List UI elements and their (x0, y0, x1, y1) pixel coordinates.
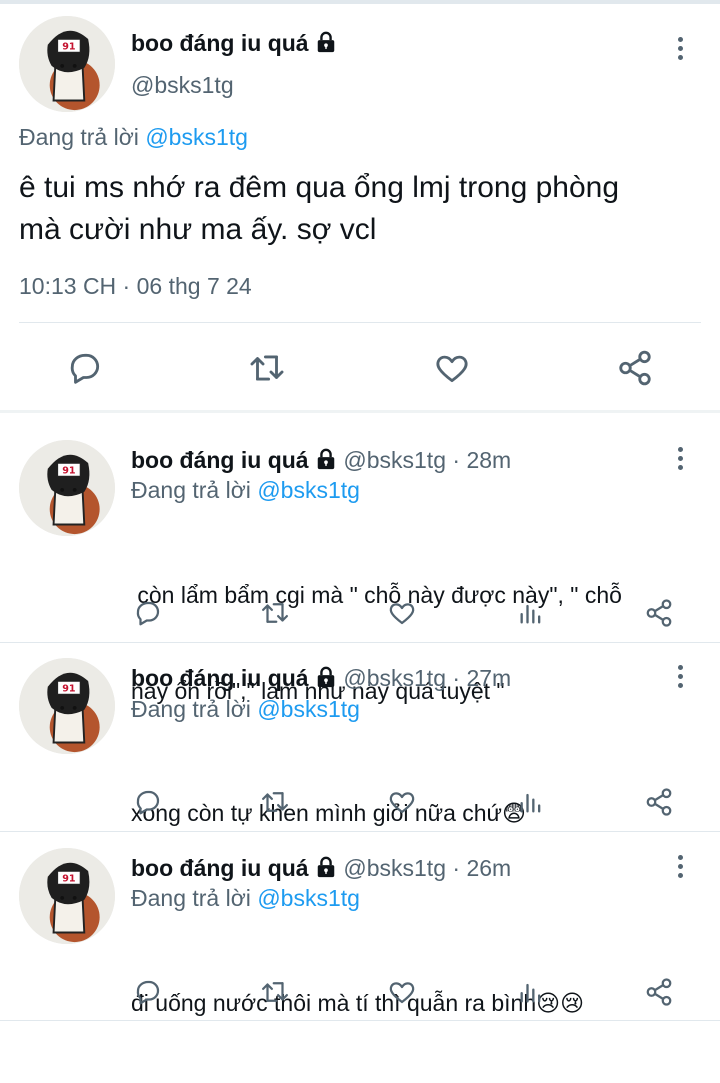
author-row: boo đáng iu quá @bsks1tg · 27m (131, 663, 511, 693)
tweet-time: · 27m (452, 665, 512, 691)
heart-icon[interactable] (386, 787, 418, 817)
avatar[interactable]: 91 (19, 440, 115, 536)
display-name[interactable]: boo đáng iu quá (131, 447, 309, 473)
views-icon[interactable] (517, 599, 545, 627)
heart-icon[interactable] (386, 977, 418, 1007)
display-name[interactable]: boo đáng iu quá (131, 855, 309, 881)
more-vertical-icon[interactable] (675, 665, 685, 692)
avatar-image: 91 (19, 658, 115, 754)
views-icon[interactable] (517, 788, 545, 816)
reply-prefix: Đang trả lời (131, 696, 251, 722)
divider (0, 642, 720, 643)
author-row: boo đáng iu quá @bsks1tg · 26m (131, 853, 511, 883)
author-name-row[interactable]: boo đáng iu quá (131, 28, 337, 58)
lock-icon (317, 666, 335, 688)
reply-prefix: Đang trả lời (131, 885, 251, 911)
heart-icon[interactable] (386, 598, 418, 628)
avatar-image: 91 (19, 16, 115, 112)
reply-to-link[interactable]: @bsks1tg (257, 477, 360, 503)
display-name[interactable]: boo đáng iu quá (131, 665, 309, 691)
reply-context: Đang trả lời @bsks1tg (131, 694, 360, 724)
reply-to-link[interactable]: @bsks1tg (257, 696, 360, 722)
tweet-text: ê tui ms nhớ ra đêm qua ổng lmj trong ph… (19, 167, 619, 251)
share-icon[interactable] (644, 598, 674, 628)
author-handle[interactable]: @bsks1tg (343, 447, 446, 473)
reply-icon[interactable] (133, 598, 163, 628)
reply-icon[interactable] (66, 349, 104, 387)
avatar[interactable]: 91 (19, 658, 115, 754)
author-row: boo đáng iu quá @bsks1tg · 28m (131, 445, 511, 475)
author-handle[interactable]: @bsks1tg (343, 855, 446, 881)
reply-to-link[interactable]: @bsks1tg (145, 124, 248, 150)
reply-icon[interactable] (133, 977, 163, 1007)
reply-prefix: Đang trả lời (19, 124, 139, 150)
svg-text:91: 91 (62, 466, 75, 477)
retweet-icon[interactable] (258, 787, 292, 817)
reply-to-link[interactable]: @bsks1tg (257, 885, 360, 911)
author-handle: @bsks1tg (131, 72, 234, 98)
lock-icon (317, 31, 335, 53)
section-separator (0, 410, 720, 413)
svg-text:91: 91 (62, 684, 75, 695)
tweet-text-line: ê tui ms nhớ ra đêm qua ổng lmj trong ph… (19, 171, 620, 204)
divider (0, 831, 720, 832)
reply-prefix: Đang trả lời (131, 477, 251, 503)
retweet-icon[interactable] (247, 349, 287, 387)
display-name: boo đáng iu quá (131, 30, 309, 56)
heart-icon[interactable] (432, 349, 472, 387)
tweet-time: · 28m (452, 447, 512, 473)
tweet-text-line: còn lẩm bẩm cgi mà " chỗ này được này", … (131, 582, 622, 608)
more-vertical-icon[interactable] (675, 37, 685, 64)
avatar-image: 91 (19, 848, 115, 944)
reply-context: Đang trả lời @bsks1tg (131, 475, 360, 505)
avatar[interactable]: 91 (19, 16, 115, 112)
tweet-timestamp[interactable]: 10:13 CH · 06 thg 7 24 (19, 271, 252, 301)
tweet-text-line: xong còn tự khen mình giỏi nữa chứ😨 (131, 800, 526, 826)
reply-context: Đang trả lời @bsks1tg (19, 122, 248, 152)
reply-context: Đang trả lời @bsks1tg (131, 883, 360, 913)
avatar-image: 91 (19, 440, 115, 536)
retweet-icon[interactable] (258, 598, 292, 628)
tweet-text-line: mà cười như ma ấy. sợ vcl (19, 213, 377, 246)
divider (0, 1020, 720, 1021)
author-handle[interactable]: @bsks1tg (343, 665, 446, 691)
tweet-time: · 26m (452, 855, 512, 881)
avatar[interactable]: 91 (19, 848, 115, 944)
views-icon[interactable] (517, 978, 545, 1006)
top-border (0, 0, 720, 4)
svg-text:91: 91 (62, 874, 75, 885)
reply-icon[interactable] (133, 787, 163, 817)
share-icon[interactable] (644, 787, 674, 817)
svg-text:91: 91 (62, 42, 75, 53)
more-vertical-icon[interactable] (675, 447, 685, 474)
lock-icon (317, 448, 335, 470)
lock-icon (317, 856, 335, 878)
more-vertical-icon[interactable] (675, 855, 685, 882)
share-icon[interactable] (644, 977, 674, 1007)
divider (19, 322, 701, 323)
share-icon[interactable] (615, 349, 655, 387)
retweet-icon[interactable] (258, 977, 292, 1007)
